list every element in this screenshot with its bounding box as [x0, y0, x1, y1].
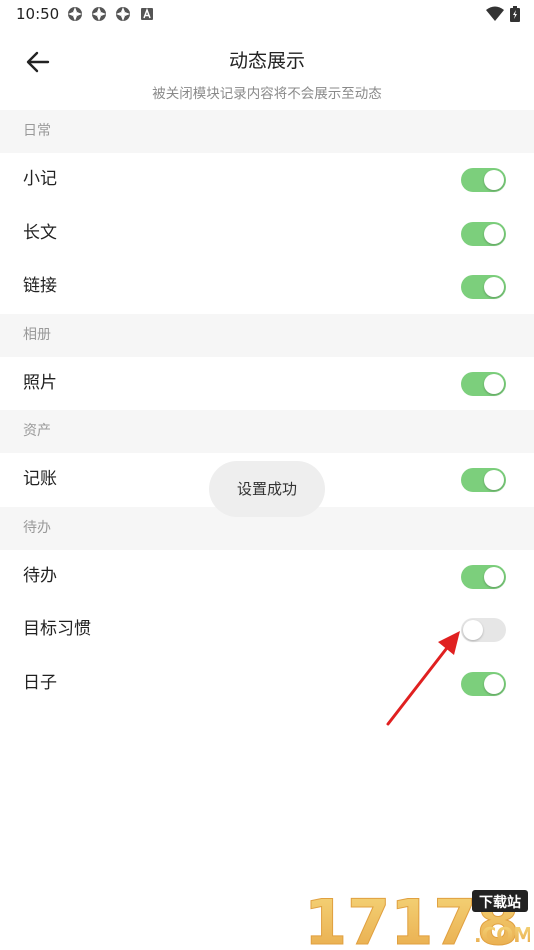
toast-message: 设置成功	[209, 461, 325, 517]
setting-label: 小记	[23, 169, 57, 189]
toggle-knob	[484, 673, 504, 694]
setting-row-photos: 照片	[0, 357, 534, 411]
app-notification-icon	[92, 7, 106, 21]
section-header-daily: 日常	[0, 110, 534, 153]
watermark-domain: .COM	[474, 923, 530, 947]
settings-list: 日常 小记 长文 链接 相册 照片 资产 记账 待办 待办 目标习惯 日子	[0, 110, 534, 710]
toggle-switch-bookkeeping[interactable]	[461, 468, 506, 492]
toggle-switch-long-article[interactable]	[461, 221, 506, 246]
toggle-knob	[484, 170, 504, 190]
setting-row-todo: 待办	[0, 550, 534, 604]
setting-label: 链接	[23, 276, 57, 296]
setting-label: 记账	[23, 469, 57, 489]
toggle-knob	[484, 277, 504, 297]
a-badge-icon	[141, 7, 153, 20]
app-notification-icon	[68, 7, 82, 21]
setting-label: 照片	[23, 372, 57, 393]
notification-icons	[67, 6, 155, 22]
toggle-knob	[484, 373, 504, 394]
toggle-switch-notes[interactable]	[461, 168, 506, 192]
system-icons	[486, 6, 520, 22]
watermark-badge: 下载站	[479, 894, 521, 911]
setting-label: 目标习惯	[23, 619, 91, 639]
page-title: 动态展示	[228, 50, 305, 72]
toggle-switch-links[interactable]	[461, 275, 506, 299]
setting-row-notes: 小记	[0, 153, 534, 207]
section-header-album: 相册	[0, 313, 534, 357]
watermark-logo: 17178 下载站 .COM	[304, 886, 530, 948]
section-header-assets: 资产	[0, 410, 534, 453]
setting-row-long-article: 长文	[0, 207, 534, 261]
annotation-arrow-icon	[386, 631, 460, 726]
status-time: 10:50	[16, 5, 60, 23]
status-bar: 10:50	[0, 0, 534, 28]
setting-label: 长文	[23, 222, 57, 243]
battery-charging-icon	[510, 6, 520, 22]
page-subtitle: 被关闭模块记录内容将不会展示至动态	[152, 86, 382, 102]
setting-label: 日子	[23, 672, 57, 693]
app-notification-icon	[116, 7, 130, 21]
toggle-knob	[484, 223, 504, 244]
toggle-switch-todo[interactable]	[461, 564, 506, 589]
page-header: 动态展示 被关闭模块记录内容将不会展示至动态	[0, 28, 534, 110]
wifi-icon	[486, 6, 504, 21]
setting-row-links: 链接	[0, 260, 534, 314]
setting-label: 待办	[23, 565, 57, 586]
toggle-knob	[484, 470, 504, 490]
toggle-switch-photos[interactable]	[461, 371, 506, 396]
toggle-knob	[484, 566, 504, 587]
